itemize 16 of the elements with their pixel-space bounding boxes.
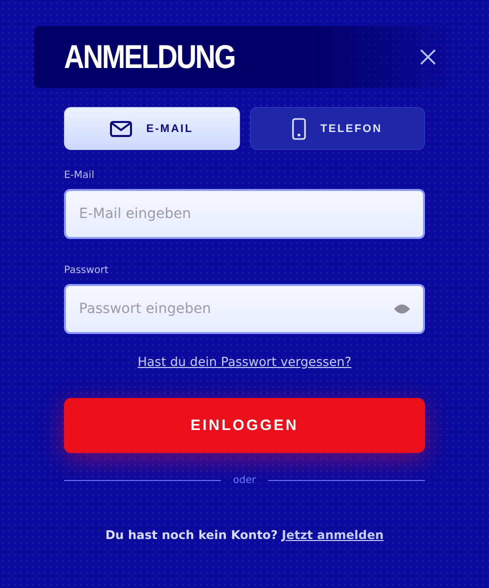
tab[interactable]: TELEFON	[250, 107, 425, 150]
password-field[interactable]: Passwort eingeben	[64, 284, 425, 334]
phone-icon	[292, 118, 306, 140]
dialog-title: ANMELDUNG	[64, 38, 235, 76]
signup-link[interactable]: Jetzt anmelden	[282, 528, 384, 542]
close-button[interactable]	[419, 48, 437, 66]
mail-icon	[110, 120, 132, 136]
signup-prompt: Du hast noch kein Konto?	[105, 528, 278, 542]
tab[interactable]: E-MAIL	[64, 107, 240, 150]
field-label: E-Mail	[64, 170, 96, 181]
email-field[interactable]: E-Mail eingeben	[64, 189, 425, 239]
login-button[interactable]: EINLOGGEN	[64, 398, 425, 453]
eye-icon[interactable]	[393, 303, 411, 315]
field-label: Passwort	[64, 265, 110, 276]
forgot-password-link[interactable]: Hast du dein Passwort vergessen?	[138, 354, 352, 369]
divider-text: oder	[233, 475, 256, 486]
